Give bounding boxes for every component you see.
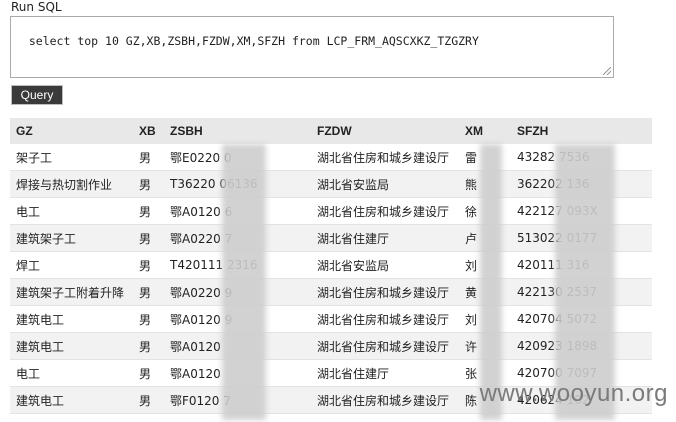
column-header-zsbh: ZSBH (164, 118, 311, 144)
sql-query-textarea[interactable]: select top 10 GZ,XB,ZSBH,FZDW,XM,SFZH fr… (10, 16, 614, 78)
cell-gz: 焊接与热切割作业 (10, 170, 133, 198)
table-row: 架子工男鄂E0220 0 湖北省住房和城乡建设厅雷 43282 7536 (10, 144, 652, 171)
cell-xm: 刘 (459, 251, 511, 279)
results-table: GZ XB ZSBH FZDW XM SFZH 架子工男鄂E0220 0 湖北省住… (10, 118, 652, 414)
run-sql-label: Run SQL (11, 0, 62, 14)
cell-xm: 许 (459, 332, 511, 360)
table-row: 焊工男 T420111 2316 湖北省安监局刘 420111 316 (10, 251, 652, 279)
cell-gz: 建筑电工 (10, 305, 133, 333)
cell-xm: 徐 (459, 197, 511, 225)
cell-sfzh: 420704 5072 (511, 305, 652, 333)
cell-gz: 建筑架子工附着升降 (10, 278, 133, 306)
watermark-text: www.wooyun.org (479, 380, 668, 407)
column-header-sfzh: SFZH (511, 118, 652, 144)
column-header-gz: GZ (10, 118, 133, 144)
cell-xb: 男 (133, 197, 164, 225)
cell-xm: 黄 (459, 278, 511, 306)
cell-zsbh: T420111 2316 (164, 251, 311, 279)
query-button[interactable]: Query (11, 85, 63, 105)
cell-sfzh: 43282 7536 (511, 144, 652, 171)
cell-zsbh: 鄂A0220 7 (164, 224, 311, 252)
cell-fzdw: 湖北省安监局 (311, 251, 459, 279)
cell-xb: 男 (133, 251, 164, 279)
cell-xb: 男 (133, 170, 164, 198)
cell-gz: 建筑电工 (10, 332, 133, 360)
cell-xb: 男 (133, 278, 164, 306)
cell-zsbh: 鄂E0220 0 (164, 144, 311, 171)
cell-xm: 刘 (459, 305, 511, 333)
sql-query-text: select top 10 GZ,XB,ZSBH,FZDW,XM,SFZH fr… (28, 34, 479, 48)
table-row: 建筑架子工附着升降男鄂A0220 9 湖北省住房和城乡建设厅黄 422130 253… (10, 278, 652, 306)
cell-zsbh: 鄂A0120 (164, 332, 311, 360)
cell-gz: 焊工 (10, 251, 133, 279)
cell-zsbh: 鄂A0120 (164, 359, 311, 387)
cell-fzdw: 湖北省住房和城乡建设厅 (311, 386, 459, 414)
cell-fzdw: 湖北省住房和城乡建设厅 (311, 305, 459, 333)
cell-fzdw: 湖北省住建厅 (311, 359, 459, 387)
cell-xm: 熊 (459, 170, 511, 198)
table-header-row: GZ XB ZSBH FZDW XM SFZH (10, 118, 652, 144)
cell-sfzh: 420111 316 (511, 251, 652, 279)
resize-grip-icon[interactable] (603, 67, 611, 75)
cell-xb: 男 (133, 144, 164, 171)
column-header-xm: XM (459, 118, 511, 144)
table-row: 电工男鄂A0120 6 湖北省住房和城乡建设厅徐 422127 093X (10, 197, 652, 225)
cell-xm: 雷 (459, 144, 511, 171)
cell-fzdw: 湖北省住房和城乡建设厅 (311, 144, 459, 171)
cell-gz: 电工 (10, 359, 133, 387)
cell-gz: 电工 (10, 197, 133, 225)
cell-xm: 卢 (459, 224, 511, 252)
cell-sfzh: 513022 0177 (511, 224, 652, 252)
cell-fzdw: 湖北省住房和城乡建设厅 (311, 197, 459, 225)
cell-zsbh: 鄂A0120 9 (164, 305, 311, 333)
table-row: 建筑电工男鄂A0120 9 湖北省住房和城乡建设厅刘 420704 5072 (10, 305, 652, 333)
cell-xb: 男 (133, 305, 164, 333)
cell-fzdw: 湖北省安监局 (311, 170, 459, 198)
cell-xb: 男 (133, 224, 164, 252)
cell-zsbh: 鄂F0120 7 (164, 386, 311, 414)
cell-fzdw: 湖北省住房和城乡建设厅 (311, 332, 459, 360)
cell-xb: 男 (133, 332, 164, 360)
cell-zsbh: 鄂A0220 9 (164, 278, 311, 306)
cell-gz: 建筑架子工 (10, 224, 133, 252)
cell-zsbh: 鄂A0120 6 (164, 197, 311, 225)
table-row: 建筑架子工男鄂A0220 7 湖北省住建厅卢 513022 0177 (10, 224, 652, 252)
table-row: 建筑电工男鄂A0120 湖北省住房和城乡建设厅许 420923 1898 (10, 332, 652, 360)
cell-gz: 架子工 (10, 144, 133, 171)
cell-fzdw: 湖北省住房和城乡建设厅 (311, 278, 459, 306)
cell-sfzh: 420923 1898 (511, 332, 652, 360)
cell-xb: 男 (133, 359, 164, 387)
cell-gz: 建筑电工 (10, 386, 133, 414)
cell-sfzh: 362202 136 (511, 170, 652, 198)
column-header-fzdw: FZDW (311, 118, 459, 144)
column-header-xb: XB (133, 118, 164, 144)
cell-zsbh: T36220 06136 (164, 170, 311, 198)
table-row: 焊接与热切割作业男 T36220 06136 湖北省安监局熊 362202 136 (10, 170, 652, 198)
cell-sfzh: 422130 2537 (511, 278, 652, 306)
cell-sfzh: 422127 093X (511, 197, 652, 225)
cell-xb: 男 (133, 386, 164, 414)
cell-fzdw: 湖北省住建厅 (311, 224, 459, 252)
